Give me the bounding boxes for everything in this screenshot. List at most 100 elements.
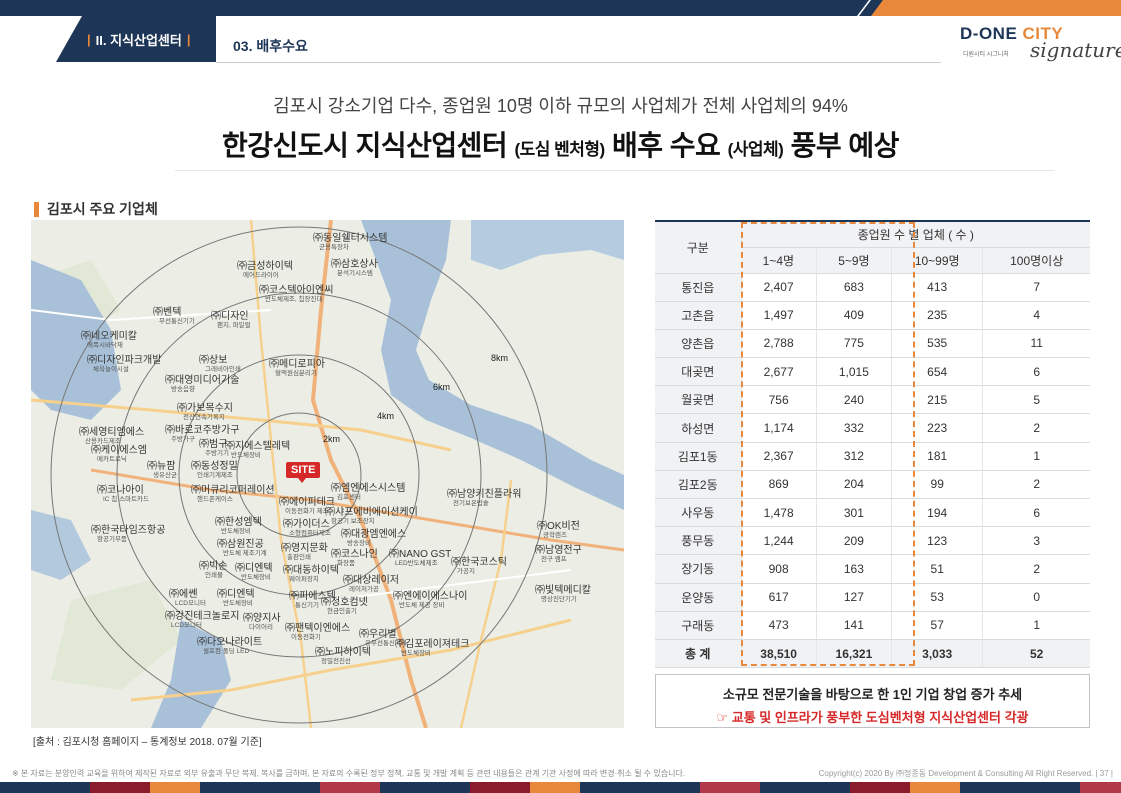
- row-region: 장기동: [655, 554, 741, 584]
- table-cell: 223: [891, 413, 983, 443]
- row-region: 김포1동: [655, 442, 741, 471]
- company-product: 항공기부품: [97, 536, 127, 543]
- table-cell: 2,407: [740, 273, 817, 302]
- company-label: ㈜삼호상사: [331, 259, 378, 270]
- table-cell: 3: [982, 526, 1090, 556]
- company-label: ㈜양지사: [243, 613, 281, 624]
- company-label: ㈜한성엠텍: [215, 517, 262, 528]
- table-row: 장기동 908 163 51 2: [655, 554, 1090, 584]
- company-product: 가공지: [457, 568, 475, 575]
- table-cell: 3,033: [891, 639, 983, 669]
- page-title: 한강신도시 지식산업센터 (도심 벤처형) 배후 수요 (사업체) 풍부 예상: [222, 130, 899, 161]
- row-region: 김포2동: [655, 470, 741, 500]
- company-product: 팬지, 파일럴: [217, 322, 251, 329]
- table-cell: 301: [815, 498, 892, 528]
- company-label: ㈜뉴팜: [147, 461, 176, 472]
- header-divider: [216, 62, 941, 63]
- company-product: LCD모니터: [171, 622, 202, 629]
- table-cell: 2,367: [740, 442, 817, 471]
- table-cell: 4: [982, 301, 1090, 330]
- table-cell: 535: [891, 329, 983, 359]
- company-product: 인쇄물: [205, 572, 223, 579]
- company-product: LCD모니터: [175, 600, 206, 607]
- company-label: ㈜빛텍메디칼: [535, 585, 591, 596]
- company-product: 반도체장비: [401, 650, 431, 657]
- table-row: 양촌읍 2,788 775 535 11: [655, 329, 1090, 359]
- table-cell: 123: [891, 526, 983, 556]
- company-label: ㈜케이에스엠: [91, 445, 147, 456]
- table-cell: 141: [815, 611, 892, 640]
- table-row: 풍무동 1,244 209 123 3: [655, 526, 1090, 556]
- company-product: 반도체장비: [223, 600, 253, 607]
- company-product: 생유산균: [153, 472, 177, 479]
- company-product: 레이저가공: [349, 586, 379, 593]
- table-cell: 11: [982, 329, 1090, 359]
- table-cell: 99: [891, 470, 983, 500]
- table-row: 김포2동 869 204 99 2: [655, 470, 1090, 500]
- company-label: ㈜엠엔에스시스템: [331, 483, 406, 494]
- company-product: 화장품: [337, 560, 355, 567]
- company-label: ㈜디자인파크개발: [87, 355, 162, 366]
- col-header-10-99: 10~99명: [891, 247, 983, 274]
- col-header-region: 구분: [655, 220, 741, 274]
- company-label: ㈜샤프에비에이션케이: [325, 507, 418, 518]
- company-label: ㈜가보목수지: [177, 403, 233, 414]
- company-product: 핸드폰케이스: [197, 496, 233, 503]
- table-cell: 209: [815, 526, 892, 556]
- row-region: 통진읍: [655, 273, 741, 302]
- row-region: 총 계: [655, 639, 741, 669]
- company-product: 셀프컴 폴딩 LED: [203, 648, 250, 655]
- table-row: 구래동 473 141 57 1: [655, 611, 1090, 640]
- table-row: 고촌읍 1,497 409 235 4: [655, 301, 1090, 330]
- table-cell: 6: [982, 498, 1090, 528]
- table-cell: 654: [891, 357, 983, 387]
- table-cell: 2: [982, 554, 1090, 584]
- company-map: 2km 4km 6km 8km SITE ㈜동일쉘터시스템 군용특장차 ㈜금성하이텍…: [31, 220, 624, 728]
- bottom-strip: [0, 782, 1121, 793]
- company-product: 반도체장비: [241, 574, 271, 581]
- page-subtitle: 03. 배후수요: [233, 38, 308, 54]
- company-product: 전산연속기록지: [183, 414, 225, 421]
- company-product: 인쇄기계제조: [197, 472, 233, 479]
- row-region: 대곶면: [655, 357, 741, 387]
- company-product: 반도체장비: [221, 528, 251, 535]
- col-header-5-9: 5~9명: [815, 247, 892, 274]
- table-cell: 163: [815, 554, 892, 584]
- table-cell: 409: [815, 301, 892, 330]
- ring-label-8km: 8km: [491, 353, 509, 363]
- company-product: 방송장비: [347, 540, 371, 547]
- col-header-group: 종업원 수 별 업체 ( 수 ): [740, 220, 1090, 248]
- company-label: ㈜우리별: [359, 629, 397, 640]
- table-cell: 38,510: [740, 639, 817, 669]
- company-product: 무선통신기기: [159, 318, 195, 325]
- lead-text: 김포시 강소기업 다수, 종업원 10명 이하 규모의 사업체가 전체 사업체의…: [273, 96, 848, 116]
- table-cell: 1: [982, 442, 1090, 471]
- table-cell: 1: [982, 611, 1090, 640]
- table-cell: 240: [815, 385, 892, 415]
- table-cell: 312: [815, 442, 892, 471]
- company-label: ㈜빅손: [199, 561, 228, 572]
- table-cell: 194: [891, 498, 983, 528]
- company-label: ㈜바로코주방가구: [165, 425, 240, 436]
- company-label: ㈜코스텍아이엔씨: [259, 285, 334, 296]
- row-region: 월곶면: [655, 385, 741, 415]
- table-cell: 1,244: [740, 526, 817, 556]
- company-label: ㈜디자인: [211, 311, 249, 322]
- col-header-1-4: 1~4명: [741, 247, 817, 274]
- company-label: ㈜벤텍: [153, 307, 182, 318]
- company-product: 에폭시바닥재: [87, 342, 123, 349]
- table-cell: 16,321: [815, 639, 892, 669]
- company-label: ㈜삼원진공: [217, 539, 264, 550]
- section-label: II. 지식산업센터: [95, 32, 182, 48]
- table-row: 사우동 1,478 301 194 6: [655, 498, 1090, 528]
- company-product: 김포센터: [337, 494, 361, 501]
- table-cell: 413: [891, 273, 983, 302]
- section-tab: | II. 지식산업센터 |: [56, 16, 216, 62]
- business-table-wrap: 구분 종업원 수 별 업체 ( 수 ) 1~4명 5~9명 10~99명 100…: [655, 220, 1090, 669]
- table-row: 하성면 1,174 332 223 2: [655, 413, 1090, 443]
- company-product: 명상진단기기: [541, 596, 577, 603]
- company-label: ㈜대광엠엔에스: [341, 529, 407, 540]
- company-product: 그래비아인쇄: [205, 366, 241, 373]
- company-label: ㈜강진테크놀로지: [165, 611, 240, 622]
- table-cell: 1,478: [740, 498, 817, 528]
